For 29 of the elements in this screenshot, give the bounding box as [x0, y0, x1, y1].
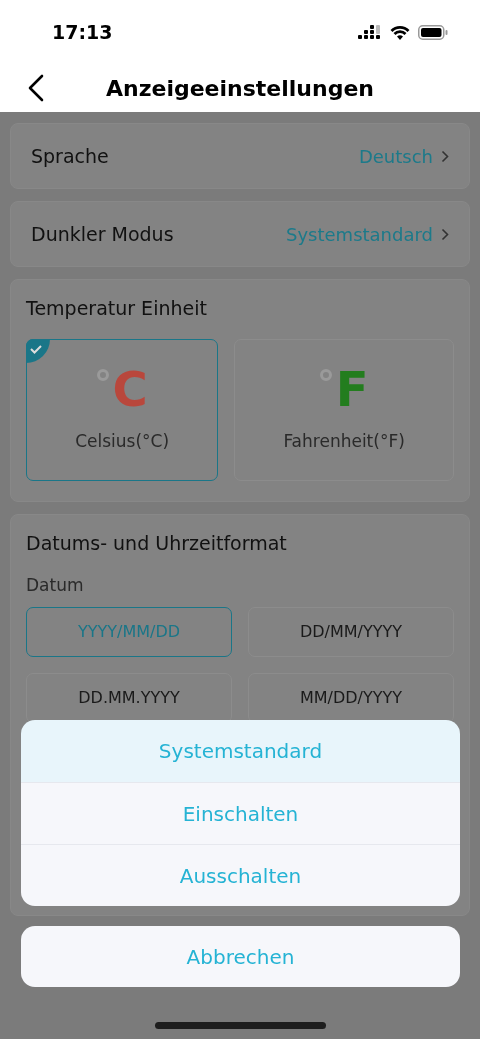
- unit-symbol: C: [112, 364, 148, 413]
- setting-label: Dunkler Modus: [31, 221, 174, 247]
- setting-label: Sprache: [31, 143, 109, 169]
- check-icon: [26, 338, 50, 363]
- setting-value: Systemstandard: [286, 222, 433, 247]
- setting-row[interactable]: Dunkler Modus Systemstandard: [10, 201, 470, 267]
- back-icon[interactable]: [26, 74, 46, 102]
- unit-label: Fahrenheit(°F): [283, 429, 405, 453]
- cancel-button[interactable]: Abbrechen: [21, 926, 460, 987]
- unit-symbol: F: [335, 364, 369, 413]
- page-title: Anzeigeeinstellungen: [106, 74, 374, 103]
- setting-row[interactable]: Sprache Deutsch: [10, 123, 470, 189]
- date-format-option[interactable]: DD/MM/YYYY: [248, 606, 454, 657]
- signal-icon: [358, 25, 382, 39]
- chevron-icon: [441, 149, 449, 163]
- sheet-option[interactable]: Systemstandard: [21, 720, 460, 782]
- setting-value: Deutsch: [358, 144, 433, 169]
- unit-option[interactable]: F Fahrenheit(°F): [234, 338, 454, 481]
- section-title: Temperatur Einheit: [26, 296, 208, 321]
- status-time: 17:13: [52, 19, 113, 45]
- sheet-option[interactable]: Einschalten: [21, 782, 460, 844]
- section-title: Datums- und Uhrzeitformat: [26, 530, 288, 556]
- battery-icon: [418, 24, 448, 40]
- wifi-icon: [390, 24, 410, 40]
- sheet-option[interactable]: Ausschalten: [21, 844, 460, 906]
- date-label: Datum: [26, 574, 85, 597]
- unit-option[interactable]: C Celsius(°C): [26, 338, 219, 481]
- chevron-icon: [441, 227, 449, 241]
- unit-label: Celsius(°C): [75, 429, 170, 453]
